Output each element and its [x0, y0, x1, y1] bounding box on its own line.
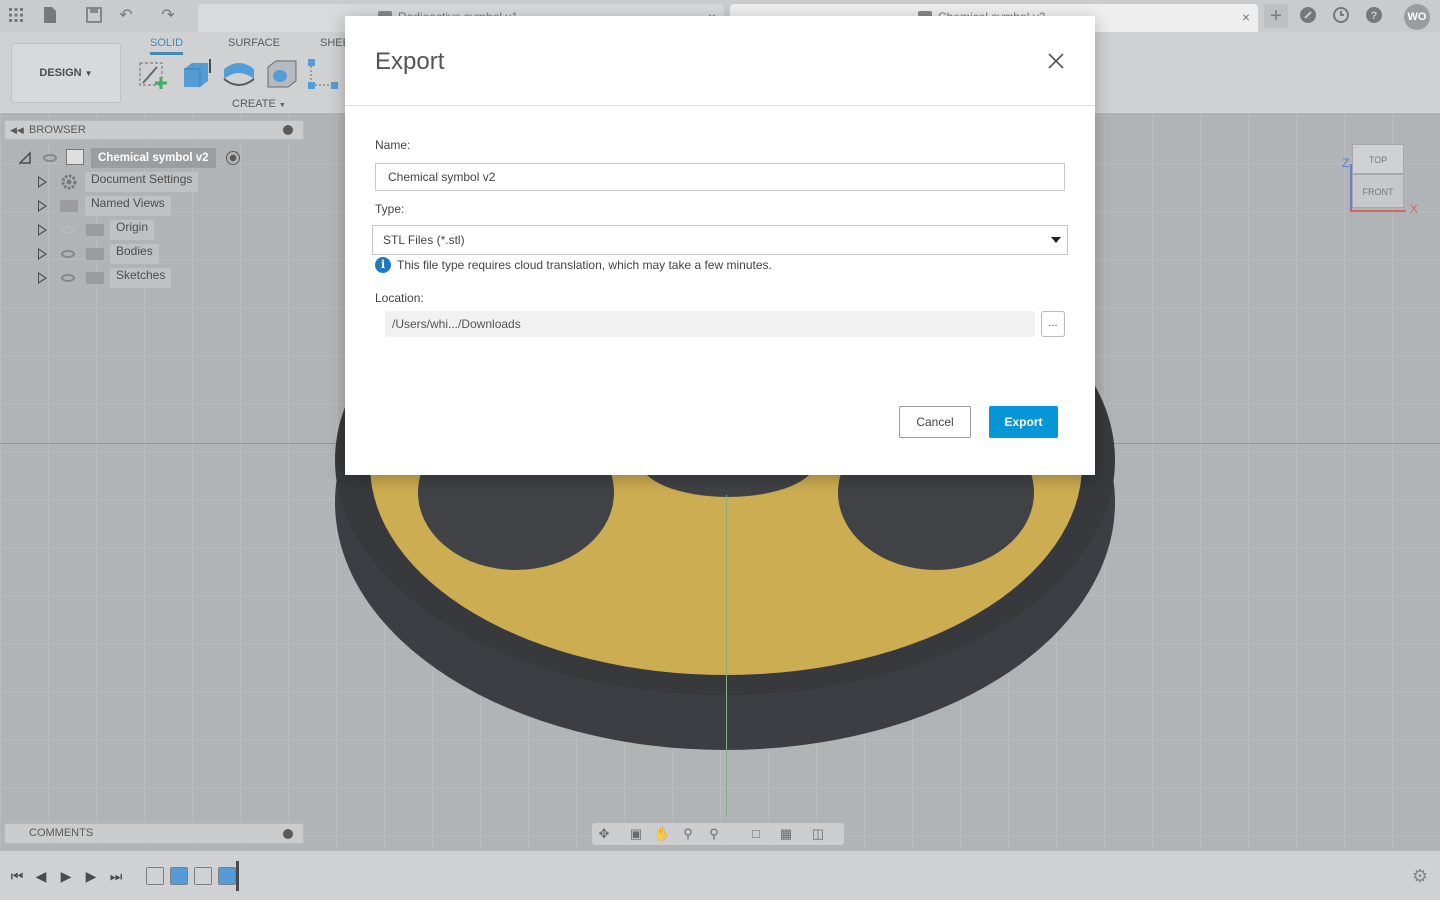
type-select[interactable]: STL Files (*.stl) [372, 225, 1068, 255]
export-dialog: Export Name: Type: STL Files (*.stl) i T… [345, 16, 1095, 475]
chevron-down-icon [1051, 237, 1061, 243]
location-label: Location: [375, 291, 424, 305]
close-icon[interactable] [1045, 52, 1067, 74]
name-label: Name: [375, 138, 411, 152]
location-field[interactable]: /Users/whi.../Downloads [385, 311, 1035, 337]
divider [345, 105, 1095, 106]
info-icon: i [375, 257, 391, 273]
export-button[interactable]: Export [989, 406, 1058, 438]
dialog-title: Export [375, 48, 445, 75]
type-selected-value: STL Files (*.stl) [383, 233, 465, 247]
type-label: Type: [375, 202, 405, 216]
browse-button[interactable]: ... [1041, 311, 1065, 337]
cancel-button[interactable]: Cancel [899, 406, 971, 438]
name-field[interactable] [375, 163, 1065, 191]
info-message: This file type requires cloud translatio… [397, 258, 772, 272]
